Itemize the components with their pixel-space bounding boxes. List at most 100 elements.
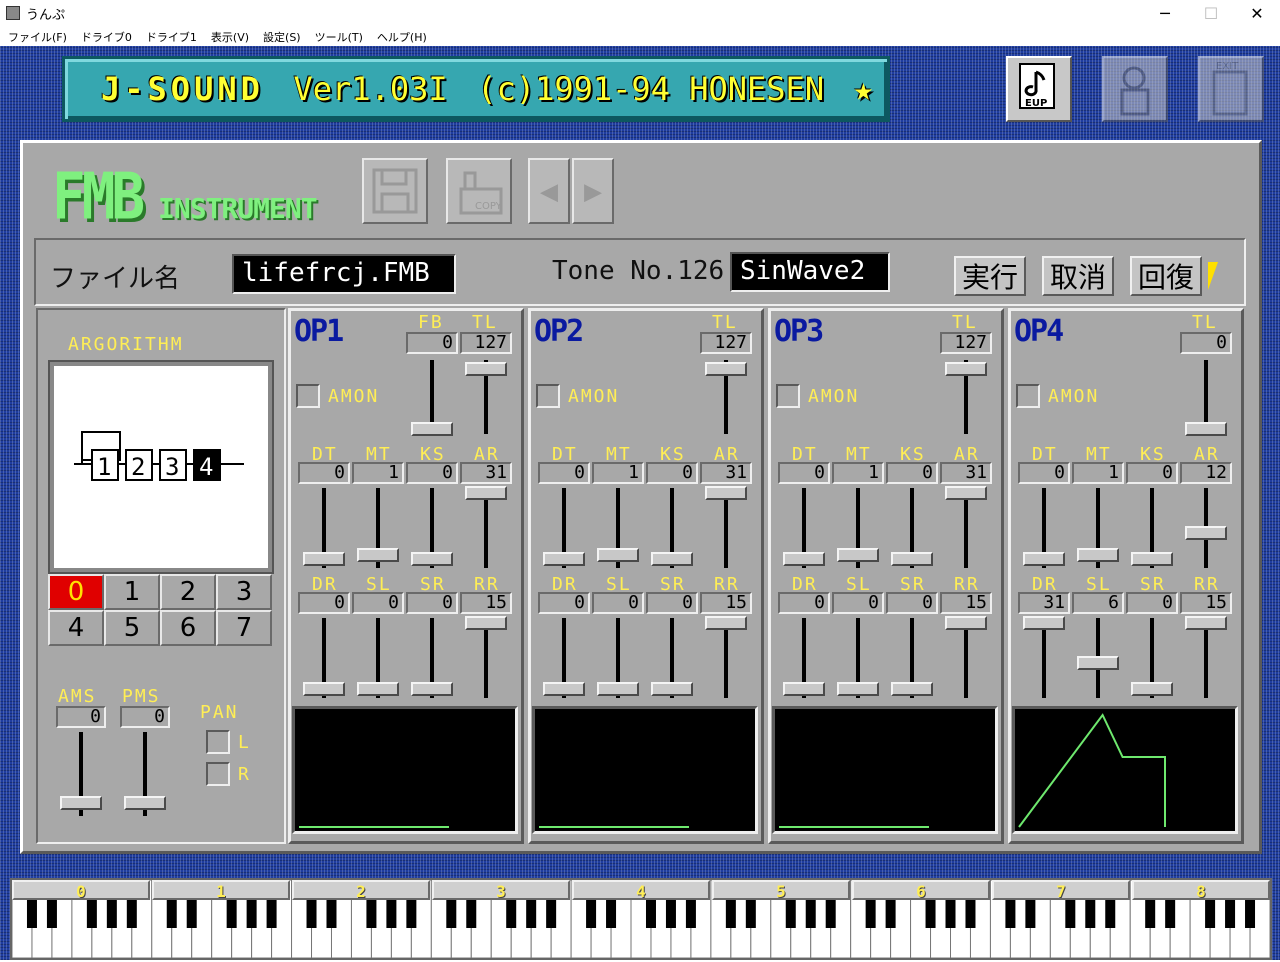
dr-value[interactable]: 0 xyxy=(538,592,590,614)
tl-slider[interactable] xyxy=(1185,422,1227,436)
tl-value[interactable]: 127 xyxy=(940,332,992,354)
ar-value[interactable]: 31 xyxy=(700,462,752,484)
ar-slider[interactable] xyxy=(705,486,747,500)
menu-settings[interactable]: 設定(S) xyxy=(255,26,307,46)
sl-slider[interactable] xyxy=(837,682,879,696)
ks-value[interactable]: 0 xyxy=(886,462,938,484)
ks-value[interactable]: 0 xyxy=(1126,462,1178,484)
dr-slider[interactable] xyxy=(543,682,585,696)
tool-button[interactable] xyxy=(1102,56,1168,122)
save-button[interactable] xyxy=(362,158,428,224)
dt-value[interactable]: 0 xyxy=(778,462,830,484)
menu-tools[interactable]: ツール(T) xyxy=(307,26,369,46)
amon-checkbox[interactable] xyxy=(1016,384,1040,408)
ks-slider[interactable] xyxy=(651,552,693,566)
rr-slider[interactable] xyxy=(465,616,507,630)
amon-checkbox[interactable] xyxy=(776,384,800,408)
dr-value[interactable]: 0 xyxy=(778,592,830,614)
sr-value[interactable]: 0 xyxy=(406,592,458,614)
mt-value[interactable]: 1 xyxy=(1072,462,1124,484)
sr-value[interactable]: 0 xyxy=(646,592,698,614)
ams-value[interactable]: 0 xyxy=(56,706,106,728)
ks-slider[interactable] xyxy=(411,552,453,566)
tl-value[interactable]: 127 xyxy=(700,332,752,354)
menu-file[interactable]: ファイル(F) xyxy=(0,26,73,46)
sr-value[interactable]: 0 xyxy=(886,592,938,614)
exit-button[interactable]: EXIT xyxy=(1198,56,1264,122)
dt-value[interactable]: 0 xyxy=(538,462,590,484)
sr-slider[interactable] xyxy=(651,682,693,696)
mt-value[interactable]: 1 xyxy=(352,462,404,484)
rr-slider[interactable] xyxy=(705,616,747,630)
mt-value[interactable]: 1 xyxy=(592,462,644,484)
dr-slider[interactable] xyxy=(783,682,825,696)
tl-slider[interactable] xyxy=(705,362,747,376)
ks-slider[interactable] xyxy=(1131,552,1173,566)
mt-slider[interactable] xyxy=(357,547,399,562)
dr-slider[interactable] xyxy=(303,682,345,696)
algorithm-option[interactable]: 6 xyxy=(160,610,216,646)
dt-value[interactable]: 0 xyxy=(298,462,350,484)
pan-left-checkbox[interactable] xyxy=(206,730,230,754)
sl-value[interactable]: 0 xyxy=(832,592,884,614)
mt-slider[interactable] xyxy=(837,547,879,562)
pan-right-checkbox[interactable] xyxy=(206,762,230,786)
mt-slider[interactable] xyxy=(1077,547,1119,562)
minimize-button[interactable]: ─ xyxy=(1142,0,1188,26)
sl-slider[interactable] xyxy=(597,682,639,696)
ar-slider[interactable] xyxy=(945,486,987,500)
ar-slider[interactable] xyxy=(1185,526,1227,541)
dr-slider[interactable] xyxy=(1023,616,1065,630)
pms-value[interactable]: 0 xyxy=(120,706,170,728)
ar-value[interactable]: 31 xyxy=(460,462,512,484)
mt-value[interactable]: 1 xyxy=(832,462,884,484)
rr-value[interactable]: 15 xyxy=(940,592,992,614)
menu-help[interactable]: ヘルプ(H) xyxy=(369,26,433,46)
menu-drive0[interactable]: ドライブ0 xyxy=(73,26,138,46)
ar-value[interactable]: 31 xyxy=(940,462,992,484)
sl-slider[interactable] xyxy=(1077,655,1119,670)
ks-value[interactable]: 0 xyxy=(646,462,698,484)
menu-drive1[interactable]: ドライブ1 xyxy=(138,26,203,46)
pms-slider[interactable] xyxy=(124,796,166,810)
restore-button[interactable]: 回復 xyxy=(1130,256,1202,296)
close-button[interactable]: ✕ xyxy=(1234,0,1280,26)
ar-value[interactable]: 12 xyxy=(1180,462,1232,484)
prev-button[interactable]: ◀ xyxy=(528,158,570,224)
tl-slider[interactable] xyxy=(465,362,507,376)
menu-view[interactable]: 表示(V) xyxy=(203,26,255,46)
sr-value[interactable]: 0 xyxy=(1126,592,1178,614)
rr-slider[interactable] xyxy=(1185,616,1227,630)
fb-slider[interactable] xyxy=(411,422,453,436)
amon-checkbox[interactable] xyxy=(536,384,560,408)
algorithm-option[interactable]: 3 xyxy=(216,574,272,610)
dt-slider[interactable] xyxy=(543,552,585,566)
sl-value[interactable]: 0 xyxy=(352,592,404,614)
eup-button[interactable]: EUP xyxy=(1006,56,1072,122)
algorithm-option[interactable]: 5 xyxy=(104,610,160,646)
algorithm-option[interactable]: 7 xyxy=(216,610,272,646)
ar-slider[interactable] xyxy=(465,486,507,500)
dt-slider[interactable] xyxy=(1023,552,1065,566)
sr-slider[interactable] xyxy=(891,682,933,696)
algorithm-option[interactable]: 2 xyxy=(160,574,216,610)
algorithm-option[interactable]: 1 xyxy=(104,574,160,610)
ks-value[interactable]: 0 xyxy=(406,462,458,484)
algorithm-option[interactable]: 0 xyxy=(48,574,104,610)
sr-slider[interactable] xyxy=(411,682,453,696)
rr-value[interactable]: 15 xyxy=(460,592,512,614)
copy-button[interactable]: COPY xyxy=(446,158,512,224)
algorithm-option[interactable]: 4 xyxy=(48,610,104,646)
next-button[interactable]: ▶ xyxy=(572,158,614,224)
mt-slider[interactable] xyxy=(597,547,639,562)
tl-value[interactable]: 0 xyxy=(1180,332,1232,354)
ks-slider[interactable] xyxy=(891,552,933,566)
rr-value[interactable]: 15 xyxy=(1180,592,1232,614)
file-name-field[interactable]: lifefrcj.FMB xyxy=(232,254,456,294)
rr-slider[interactable] xyxy=(945,616,987,630)
dt-value[interactable]: 0 xyxy=(1018,462,1070,484)
sl-slider[interactable] xyxy=(357,682,399,696)
fb-value[interactable]: 0 xyxy=(406,332,458,354)
dr-value[interactable]: 0 xyxy=(298,592,350,614)
tl-slider[interactable] xyxy=(945,362,987,376)
